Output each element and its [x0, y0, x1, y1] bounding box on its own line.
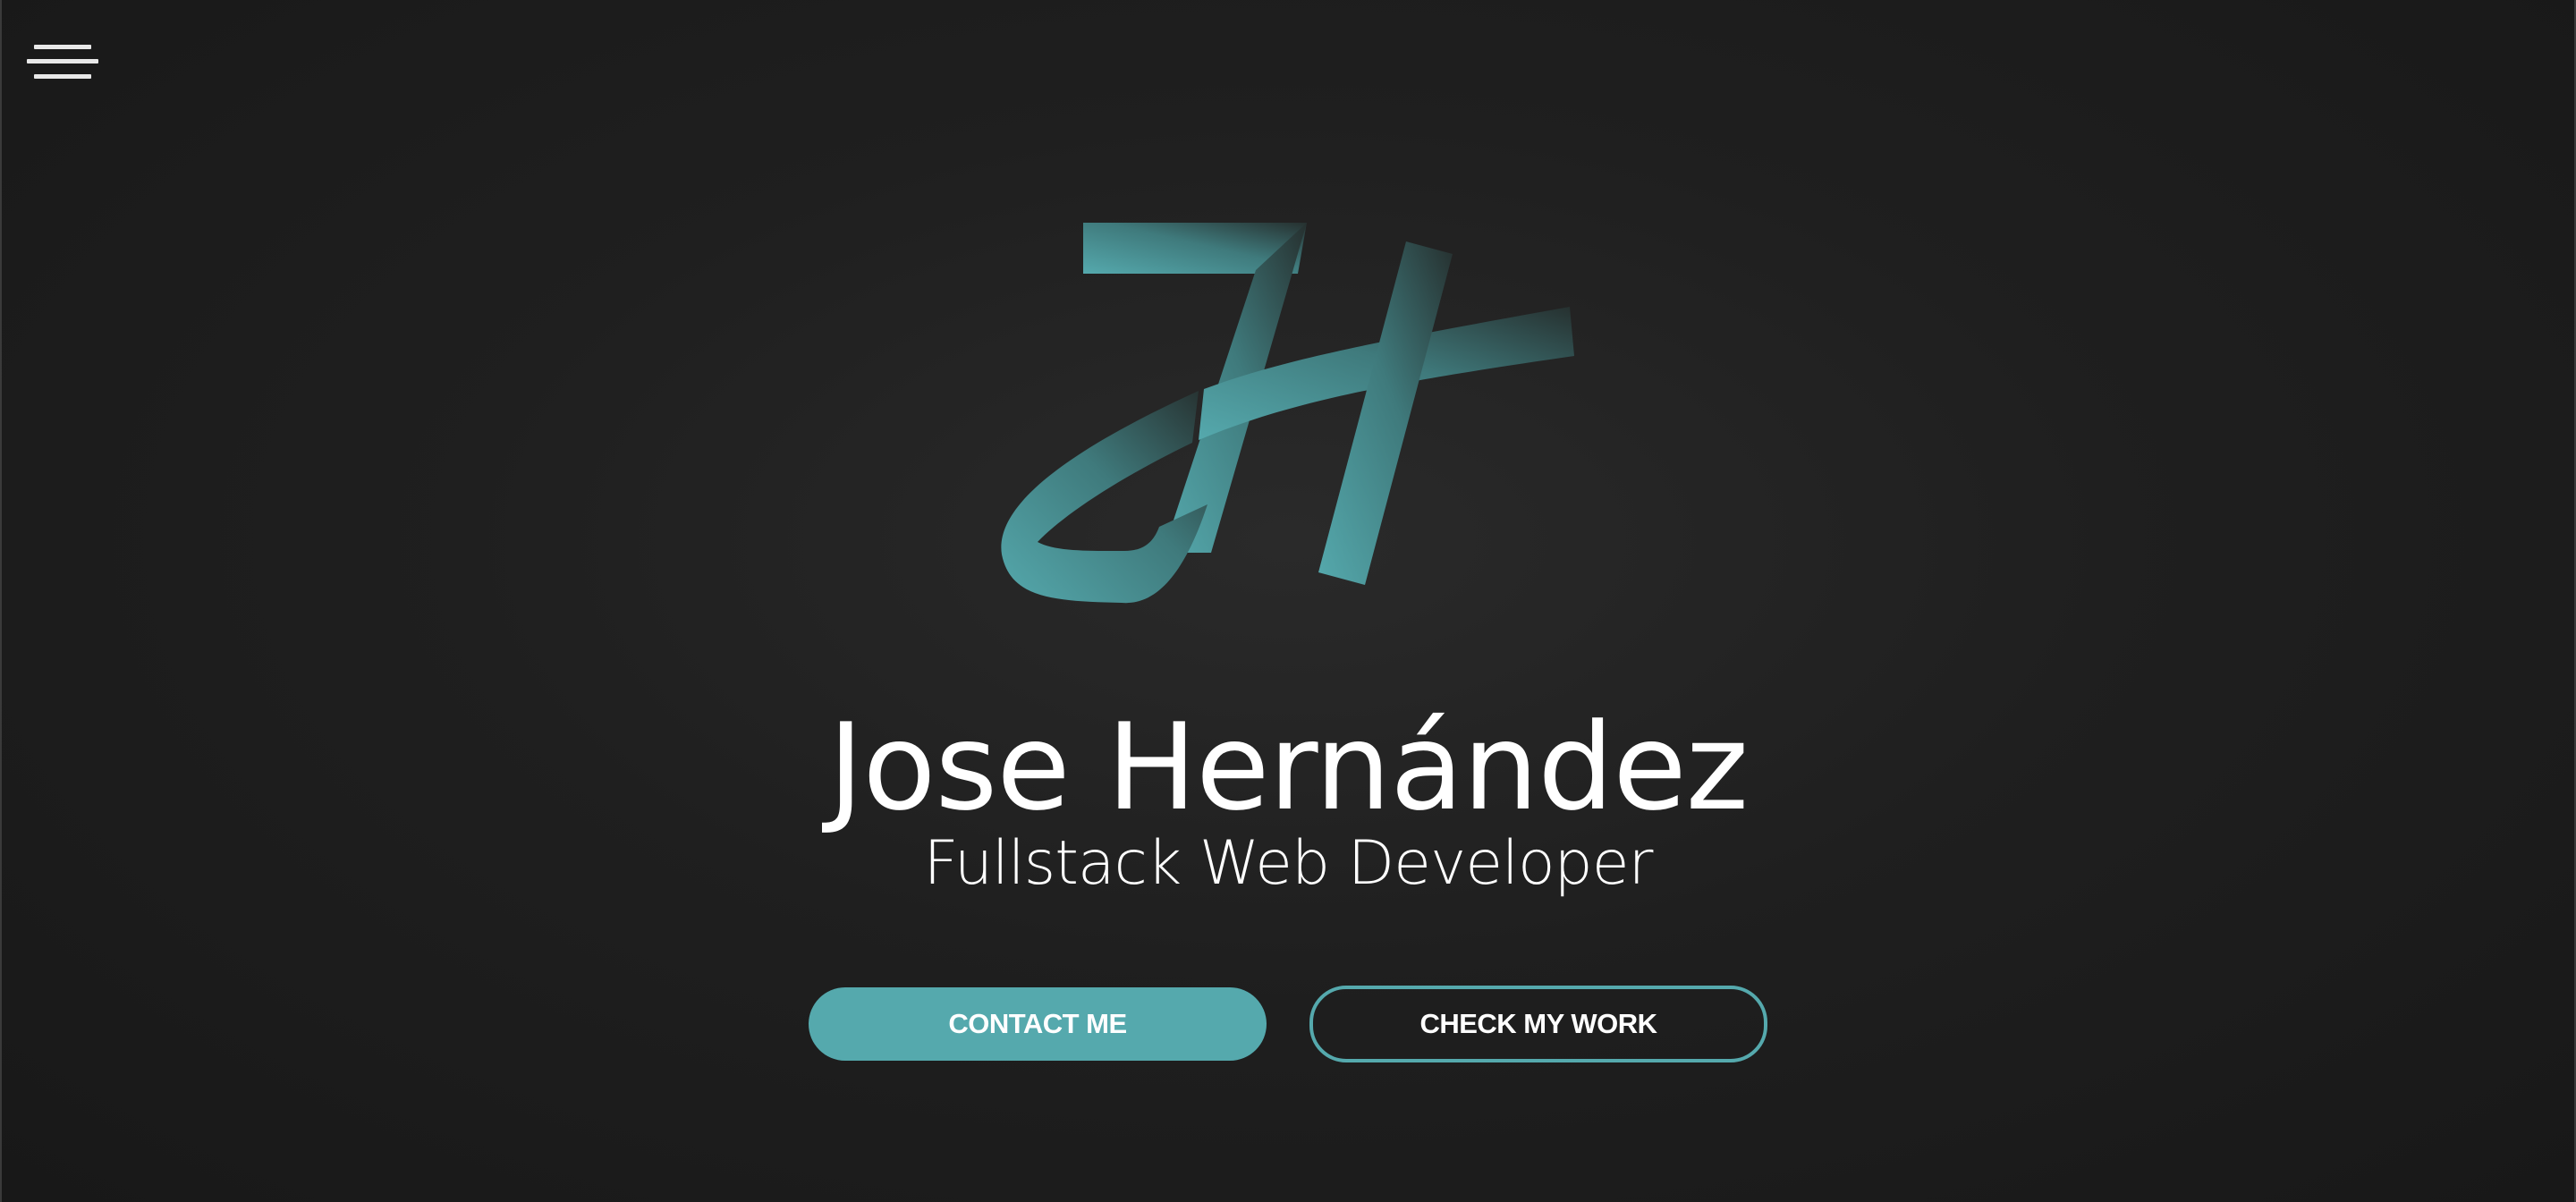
hero-name: Jose Hernández [827, 698, 1749, 837]
hamburger-menu-icon [27, 45, 98, 79]
hero-title: Fullstack Web Developer [923, 828, 1653, 899]
jh-monogram-logo [993, 215, 1583, 608]
check-my-work-button[interactable]: CHECK MY WORK [1309, 986, 1767, 1062]
contact-me-button[interactable]: CONTACT ME [809, 987, 1267, 1061]
menu-button[interactable] [27, 41, 98, 84]
